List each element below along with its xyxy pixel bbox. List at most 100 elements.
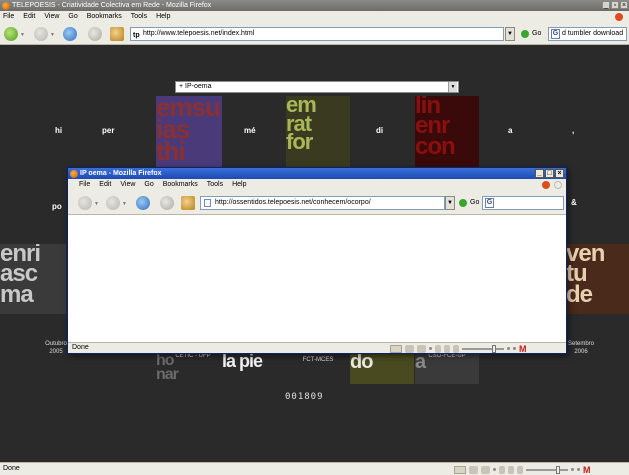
popup-search-field[interactable]: G <box>482 196 564 210</box>
tile-text: enri asc ma <box>0 244 41 308</box>
minimize-icon[interactable]: _ <box>535 169 544 178</box>
go-button[interactable]: Go <box>470 197 479 209</box>
forward-dropdown-icon[interactable]: ▼ <box>122 201 127 207</box>
menu-tools[interactable]: Tools <box>131 11 147 23</box>
maximize-icon[interactable]: ▫ <box>611 1 619 9</box>
dot-icon <box>571 468 574 471</box>
stop-icon[interactable] <box>160 196 174 210</box>
menu-view[interactable]: View <box>44 11 59 23</box>
home-icon[interactable] <box>110 27 124 41</box>
poem-word[interactable]: di <box>376 126 383 135</box>
forward-dropdown-icon[interactable]: ▼ <box>50 32 55 38</box>
popup-window: IP oema - Mozilla Firefox _ □ × File Edi… <box>67 167 567 354</box>
poem-image-tile[interactable]: do <box>350 354 414 384</box>
volume-icon[interactable] <box>499 465 505 474</box>
back-icon[interactable] <box>4 27 18 41</box>
poem-word[interactable]: po <box>52 202 62 211</box>
menu-file[interactable]: File <box>79 179 90 191</box>
dot-icon <box>513 347 516 350</box>
reload-icon[interactable] <box>63 27 77 41</box>
volume-slider[interactable] <box>526 465 568 474</box>
poem-word[interactable]: , <box>572 126 574 135</box>
volume-slider[interactable] <box>462 344 504 353</box>
adblock-icon[interactable] <box>454 465 466 474</box>
poem-word[interactable]: per <box>102 126 114 135</box>
extension-icon[interactable] <box>481 465 490 474</box>
page-icon <box>204 199 211 207</box>
address-bar[interactable]: tp http://www.telepoesis.net/index.html <box>130 27 504 41</box>
status-text: Done <box>3 465 20 472</box>
adblock-icon[interactable] <box>390 344 402 353</box>
address-bar-value: http://www.telepoesis.net/index.html <box>143 30 255 37</box>
poem-image-tile[interactable]: emsu ias thi <box>156 96 222 178</box>
forward-icon[interactable] <box>34 27 48 41</box>
poem-select[interactable]: + IP-oema ▼ <box>175 81 459 93</box>
volume-icon[interactable] <box>453 344 459 353</box>
go-icon[interactable] <box>459 199 467 207</box>
poem-image-tile[interactable]: em rat for <box>286 96 350 178</box>
credit-fct[interactable]: FCT-MCES <box>293 356 343 364</box>
go-button[interactable]: Go <box>532 28 541 40</box>
popup-address-value: http://ossentidos.telepoesis.net/conhece… <box>215 199 371 206</box>
google-search-icon[interactable]: G <box>551 29 560 39</box>
volume-icon[interactable] <box>517 465 523 474</box>
menu-view[interactable]: View <box>120 179 135 191</box>
menu-bookmarks[interactable]: Bookmarks <box>163 179 198 191</box>
menu-go[interactable]: Go <box>144 179 153 191</box>
menu-edit[interactable]: Edit <box>99 179 111 191</box>
dot-icon <box>577 468 580 471</box>
menu-help[interactable]: Help <box>232 179 246 191</box>
navigation-toolbar: ▼ ▼ tp http://www.telepoesis.net/index.h… <box>0 23 629 45</box>
poem-image-tile[interactable]: ven tu de <box>566 244 629 314</box>
address-dropdown-icon[interactable]: ▼ <box>505 27 515 41</box>
credit-end-date: Setembro 2006 <box>566 340 596 356</box>
volume-icon[interactable] <box>444 344 450 353</box>
forward-icon[interactable] <box>106 196 120 210</box>
go-icon[interactable] <box>521 30 529 38</box>
poem-word[interactable]: a <box>508 126 512 135</box>
throbber-icon <box>615 13 623 21</box>
back-dropdown-icon[interactable]: ▼ <box>94 201 99 207</box>
extension-icon[interactable] <box>405 344 414 353</box>
menu-help[interactable]: Help <box>156 11 170 23</box>
tile-text: em rat for <box>286 96 317 155</box>
extension-icon[interactable] <box>417 344 426 353</box>
gmail-icon[interactable]: M <box>519 344 527 353</box>
poem-image-tile[interactable]: enri asc ma <box>0 244 66 314</box>
maximize-icon[interactable]: □ <box>545 169 554 178</box>
volume-icon[interactable] <box>435 344 441 353</box>
poem-word[interactable]: hi <box>55 126 62 135</box>
back-icon[interactable] <box>78 196 92 210</box>
menu-file[interactable]: File <box>3 11 14 23</box>
poem-word[interactable]: mé <box>244 126 256 135</box>
popup-title-bar: IP oema - Mozilla Firefox _ □ × <box>68 168 566 179</box>
poem-word[interactable]: & <box>571 198 577 207</box>
gmail-icon[interactable]: M <box>583 465 591 474</box>
credit-year: 2005 <box>49 349 63 355</box>
menu-bookmarks[interactable]: Bookmarks <box>87 11 122 23</box>
visit-counter: 001809 <box>285 392 324 402</box>
stop-icon[interactable] <box>88 27 102 41</box>
menu-tools[interactable]: Tools <box>207 179 223 191</box>
search-value: d tumbler download <box>562 30 624 37</box>
poem-image-tile[interactable]: la pie <box>222 354 288 384</box>
dot-icon <box>493 468 496 471</box>
volume-icon[interactable] <box>508 465 514 474</box>
home-icon[interactable] <box>181 196 195 210</box>
menu-go[interactable]: Go <box>68 11 77 23</box>
close-icon[interactable]: × <box>555 169 564 178</box>
extension-icon[interactable] <box>469 465 478 474</box>
slider-handle[interactable] <box>556 465 560 474</box>
close-icon[interactable]: × <box>620 1 628 9</box>
menu-edit[interactable]: Edit <box>23 11 35 23</box>
address-dropdown-icon[interactable]: ▼ <box>445 196 455 210</box>
back-dropdown-icon[interactable]: ▼ <box>20 32 25 38</box>
search-field[interactable]: G d tumbler download <box>548 27 627 41</box>
minimize-icon[interactable]: _ <box>602 1 610 9</box>
google-search-icon[interactable]: G <box>485 198 494 208</box>
chevron-down-icon[interactable]: ▼ <box>448 82 457 92</box>
reload-icon[interactable] <box>136 196 150 210</box>
poem-image-tile[interactable]: lin enr con <box>415 96 479 178</box>
slider-handle[interactable] <box>492 344 496 353</box>
popup-address-bar[interactable]: http://ossentidos.telepoesis.net/conhece… <box>200 196 445 210</box>
